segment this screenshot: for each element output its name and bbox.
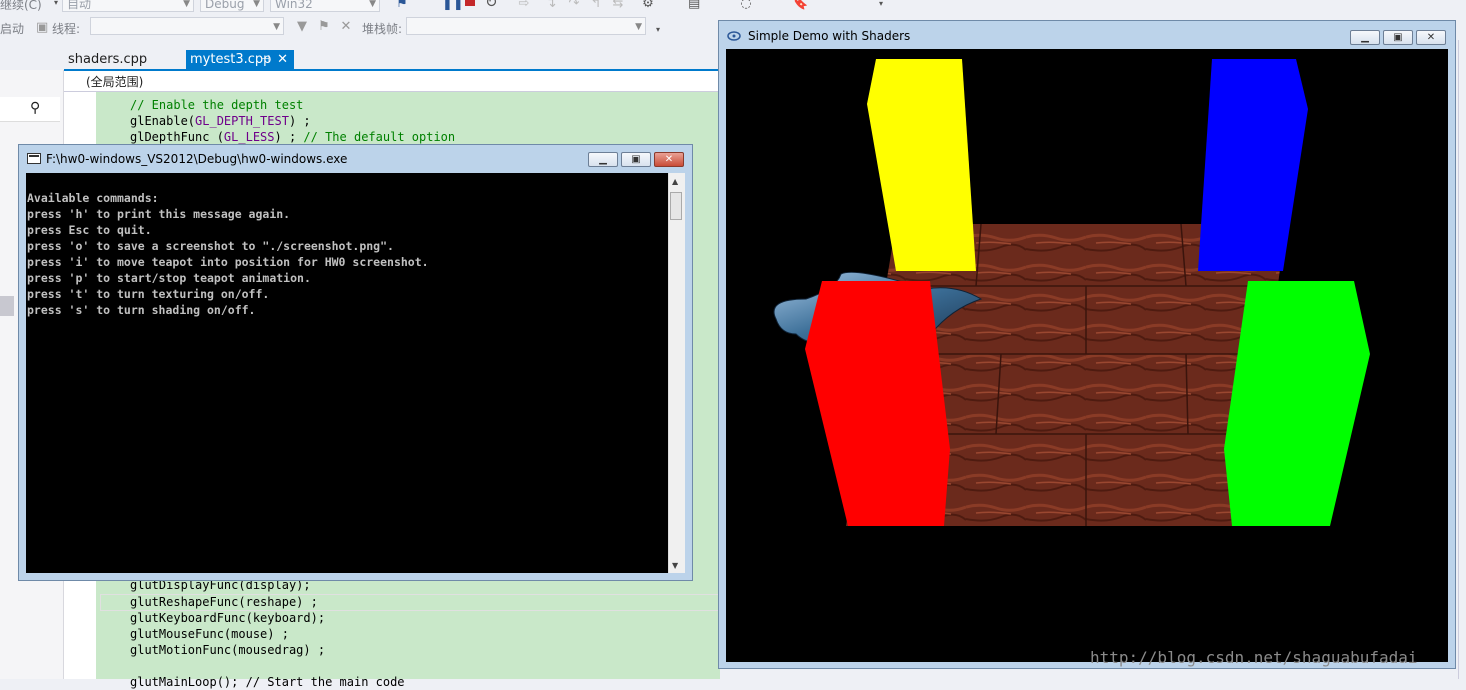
code-line: glutMainLoop(); // Start the main code (130, 675, 405, 689)
maximize-button[interactable]: ▣ (1383, 30, 1413, 45)
console-scrollbar[interactable] (668, 173, 685, 573)
code-line: glutReshapeFunc(reshape) ; (130, 595, 318, 609)
close-button[interactable]: ✕ (1416, 30, 1446, 45)
close-button[interactable]: ✕ (654, 152, 684, 167)
process-combo[interactable]: 自动 ▼ (62, 0, 194, 12)
scroll-down-icon[interactable]: ▼ (672, 561, 678, 570)
console-line: press 'h' to print this message again. (27, 207, 291, 221)
stop-icon[interactable] (465, 0, 475, 6)
console-line: Available commands: (27, 191, 159, 205)
comment-icon[interactable]: ◌ (740, 0, 752, 10)
step-over-icon[interactable]: ↷ (568, 0, 580, 10)
threads-icon[interactable]: ⚙ (642, 0, 654, 10)
filter-icon[interactable]: ▼ (296, 20, 308, 33)
memory-icon[interactable]: ▤ (688, 0, 700, 10)
scope-dropdown[interactable] (64, 71, 720, 92)
tab-mytest3-cpp[interactable]: mytest3.cpp ⊣ ✕ (186, 50, 294, 69)
yellow-pillar (867, 59, 976, 271)
flag-icon[interactable]: ⚑ (318, 20, 330, 33)
restart-icon[interactable]: ↻ (485, 0, 498, 10)
code-line: glutMotionFunc(mousedrag) ; (130, 643, 326, 657)
pause-icon[interactable]: ❚❚ (442, 0, 464, 10)
minimize-button[interactable]: ▁ (588, 152, 618, 167)
gl-window-title: Simple Demo with Shaders (748, 29, 911, 43)
console-line: press 'p' to start/stop teapot animation… (27, 271, 311, 285)
hex-icon[interactable]: ⇆ (612, 0, 624, 10)
code-line: glDepthFunc (GL_LESS) ; // The default o… (130, 130, 456, 144)
overflow-icon[interactable]: ▾ (875, 0, 887, 10)
console-line: press 't' to turn texturing on/off. (27, 287, 270, 301)
pin-icon[interactable]: ⊣ (261, 50, 270, 69)
show-next-icon[interactable]: ⇨ (518, 0, 530, 10)
continue-label[interactable]: 继续(C) (0, 0, 42, 13)
console-line: press 'i' to move teapot into position f… (27, 255, 429, 269)
ide-right-edge (1458, 40, 1466, 679)
merge-icon[interactable]: ✕ (340, 20, 352, 33)
console-line: press 's' to turn shading on/off. (27, 303, 256, 317)
code-line: glEnable(GL_DEPTH_TEST) ; (130, 114, 311, 128)
watermark: http://blog.csdn.net/shaguabufadai (1090, 648, 1418, 667)
red-pillar (805, 281, 950, 526)
console-line: press Esc to quit. (27, 223, 152, 237)
scene-render (773, 59, 1370, 526)
tab-label: mytest3.cpp (190, 52, 272, 67)
process-icon: ▣ (36, 20, 49, 35)
platform-combo[interactable]: Win32 ▼ (270, 0, 380, 12)
console-line: press 'o' to save a screenshot to "./scr… (27, 239, 394, 253)
step-out-icon[interactable]: ↰ (590, 0, 602, 10)
overflow-icon[interactable]: ▾ (652, 24, 664, 36)
bookmark-icon[interactable]: 🔖 (792, 0, 808, 10)
scrollbar-thumb[interactable] (670, 192, 682, 220)
code-line: glutKeyboardFunc(keyboard); (130, 611, 326, 625)
code-line: // Enable the depth test (130, 98, 304, 112)
tab-shaders-cpp[interactable]: shaders.cpp (62, 50, 153, 69)
green-pillar (1224, 281, 1370, 526)
chevron-down-icon[interactable]: ▾ (50, 0, 62, 9)
config-combo[interactable]: Debug ▼ (200, 0, 264, 12)
close-icon[interactable]: ✕ (277, 50, 288, 69)
debug-icon[interactable]: ⚑ (396, 0, 408, 10)
search-icon[interactable]: ⚲ (30, 100, 40, 116)
scope-label: (全局范围) (86, 75, 144, 89)
stackframe-combo[interactable]: ▼ (406, 17, 646, 35)
code-line: glutMouseFunc(mouse) ; (130, 627, 289, 641)
opengl-icon (727, 31, 741, 41)
maximize-button[interactable]: ▣ (621, 152, 651, 167)
thread-combo[interactable]: ▼ (90, 17, 284, 35)
console-icon (27, 153, 41, 164)
step-into-icon[interactable]: ↴ (545, 0, 557, 10)
scroll-up-icon[interactable]: ▲ (672, 177, 678, 186)
selected-tree-item[interactable] (0, 296, 14, 316)
thread-label: 线程: (52, 22, 81, 36)
stackframe-label: 堆栈帧: (362, 22, 403, 36)
gl-viewport[interactable] (726, 49, 1448, 662)
blue-pillar (1198, 59, 1308, 271)
minimize-button[interactable]: ▁ (1350, 30, 1380, 45)
console-title: F:\hw0-windows_VS2012\Debug\hw0-windows.… (46, 152, 348, 166)
launch-label: 启动 (0, 22, 25, 36)
